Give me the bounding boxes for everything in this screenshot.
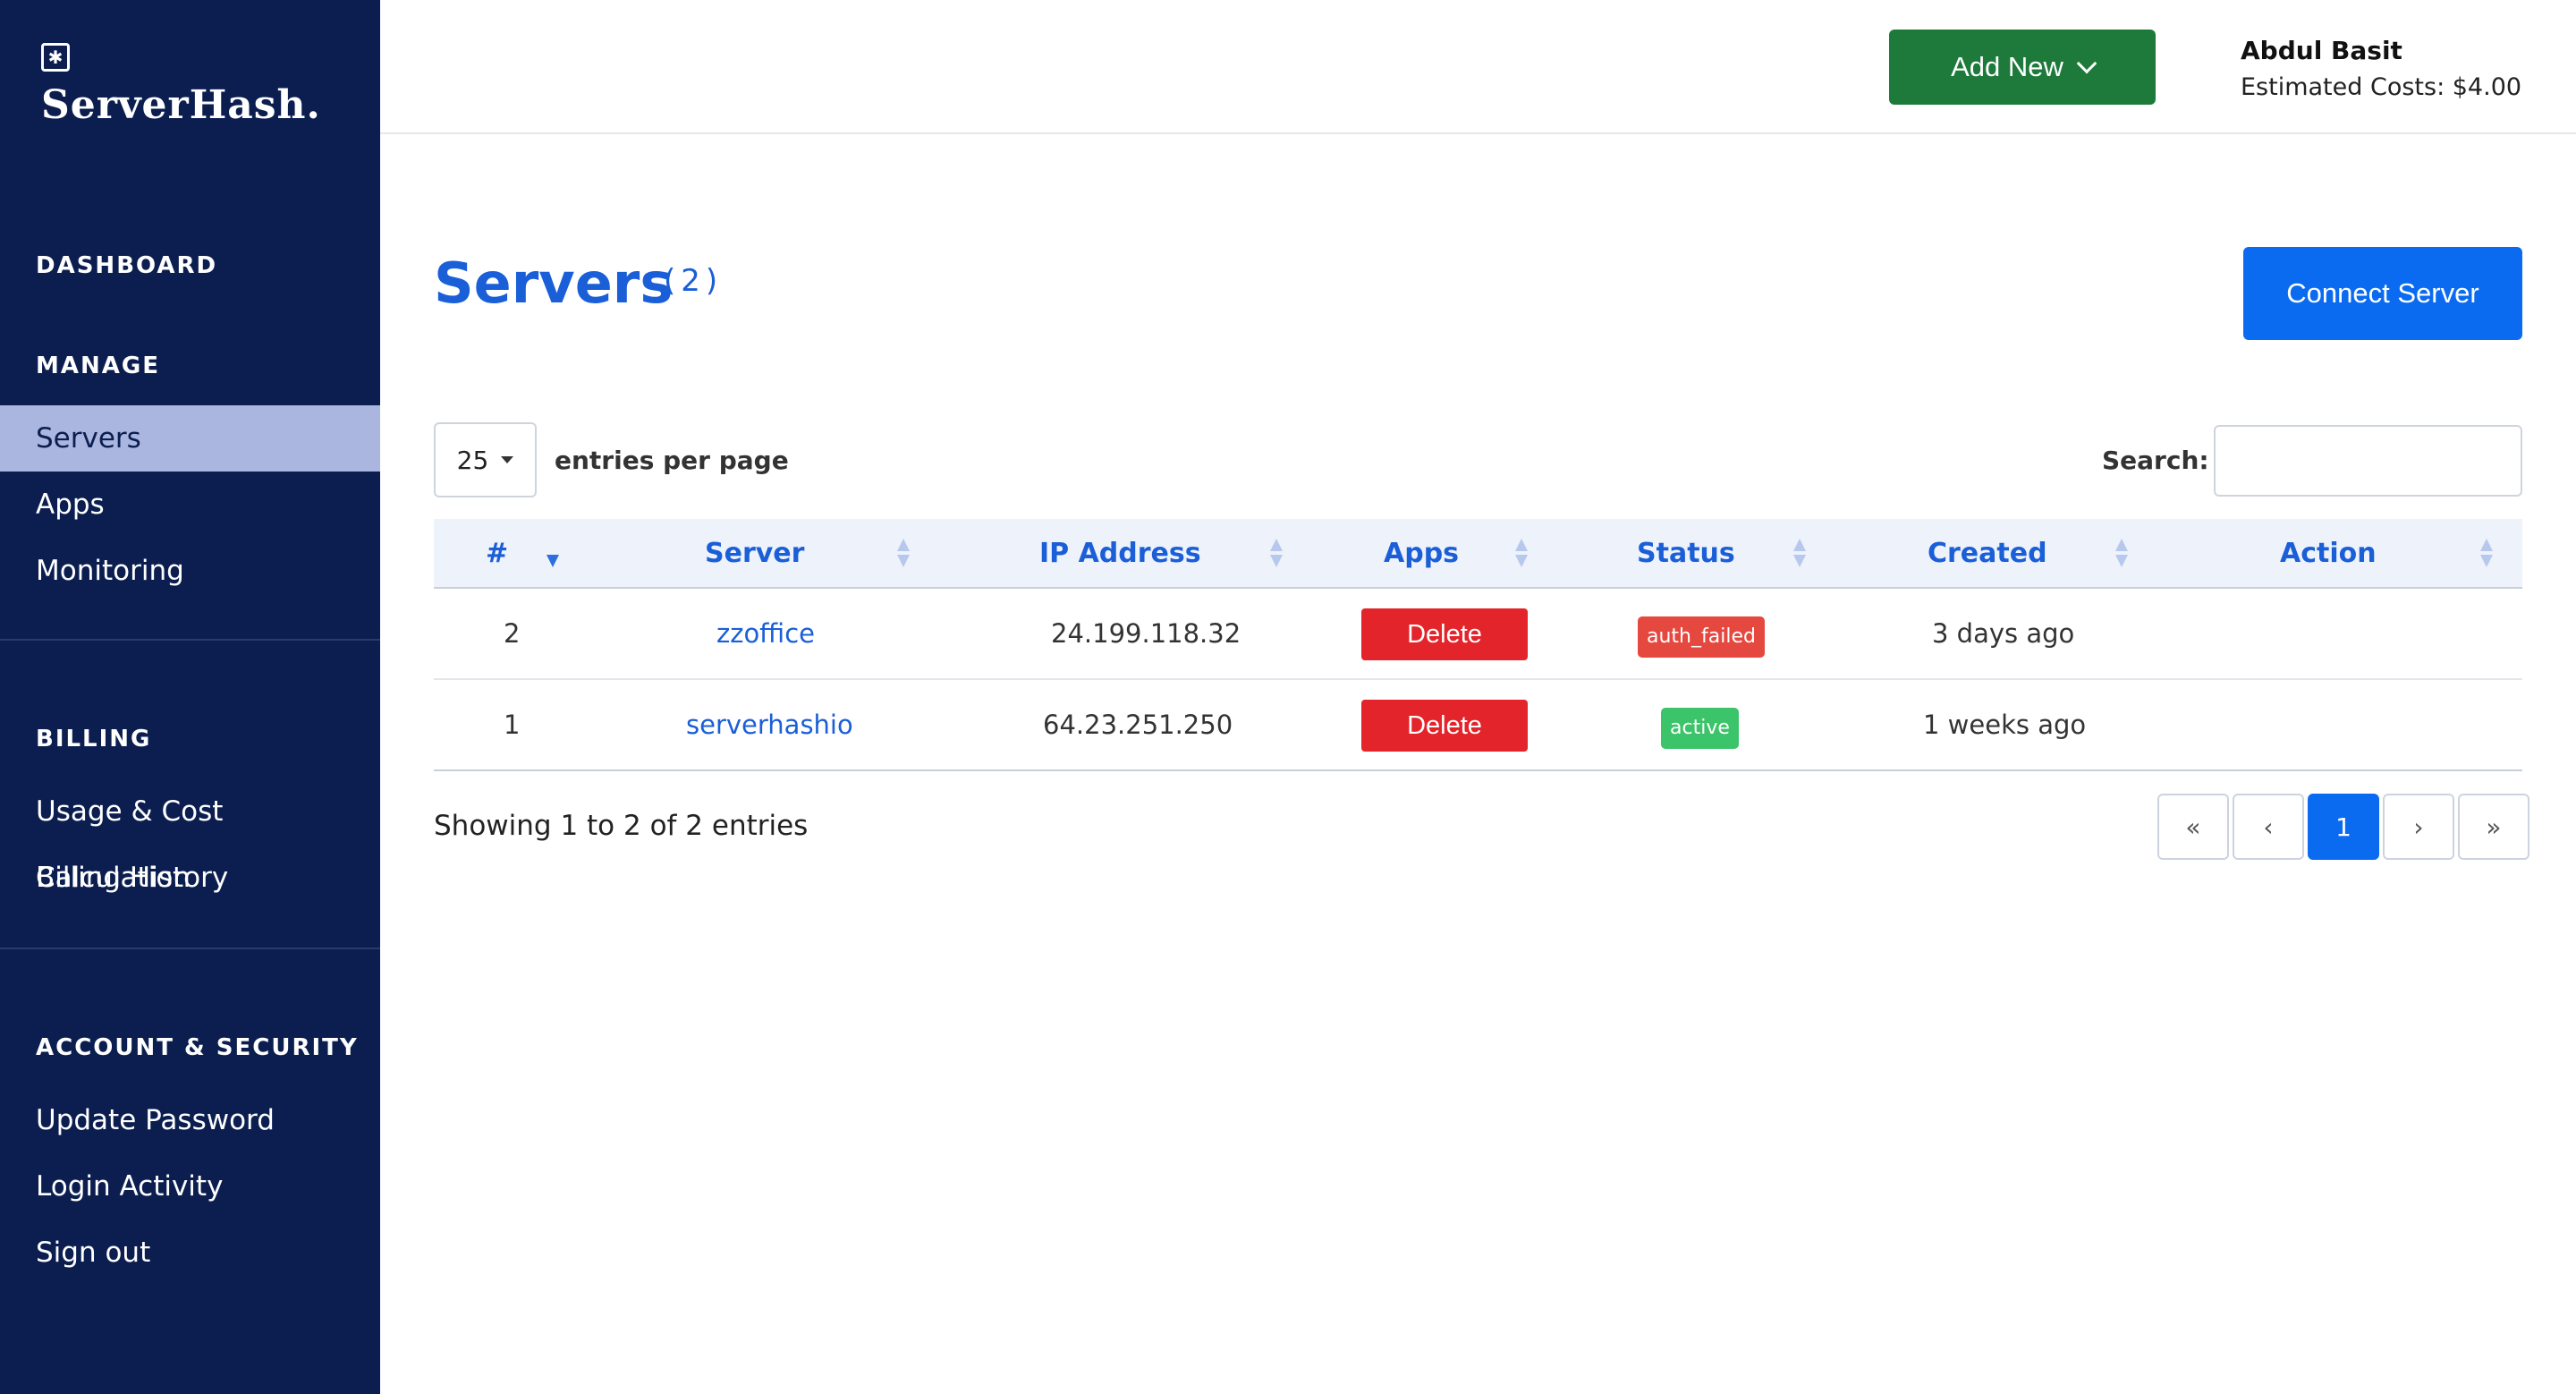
- server-link[interactable]: zzoffice: [716, 589, 815, 678]
- sidebar-heading-manage: MANAGE: [36, 353, 160, 379]
- page-title: Servers: [434, 251, 674, 316]
- sidebar-item-sign-out[interactable]: Sign out: [0, 1220, 380, 1286]
- page-current-button[interactable]: 1: [2308, 794, 2379, 860]
- sort-icon[interactable]: [1270, 539, 1283, 569]
- sidebar-item-billing-history[interactable]: Billing History: [0, 845, 380, 911]
- column-header-number[interactable]: #: [486, 519, 508, 589]
- search-label: Search:: [2102, 446, 2209, 475]
- sidebar-divider: [0, 639, 380, 641]
- entries-per-page-label: entries per page: [555, 446, 789, 475]
- add-new-button[interactable]: Add New: [1889, 30, 2156, 105]
- add-new-label: Add New: [1951, 51, 2063, 82]
- delete-button[interactable]: Delete: [1361, 700, 1528, 752]
- estimated-costs: Estimated Costs: $4.00: [2241, 73, 2522, 101]
- cell-ip-address: 24.199.118.32: [1051, 618, 1241, 649]
- brand-name: ServerHash.: [41, 82, 321, 128]
- cell-created: 1 weeks ago: [1923, 710, 2087, 740]
- gear-square-icon: ✱: [41, 43, 70, 72]
- brand-logo[interactable]: ✱ ServerHash.: [41, 43, 321, 128]
- sidebar-divider: [0, 948, 380, 949]
- app-root: ✱ ServerHash. DASHBOARD MANAGE Servers A…: [0, 0, 2576, 1394]
- connect-server-button[interactable]: Connect Server: [2243, 247, 2522, 340]
- column-header-action[interactable]: Action: [2280, 519, 2377, 589]
- topbar: Add New Abdul Basit Estimated Costs: $4.…: [380, 0, 2576, 134]
- sidebar-heading-billing: BILLING: [36, 726, 152, 752]
- cell-number: 1: [504, 710, 521, 740]
- page-prev-button[interactable]: ‹: [2233, 794, 2304, 860]
- showing-entries-text: Showing 1 to 2 of 2 entries: [434, 810, 809, 842]
- page-next-button[interactable]: ›: [2383, 794, 2454, 860]
- sort-icon[interactable]: [1515, 539, 1528, 569]
- table-header: # Server IP Address Apps Status Created …: [434, 519, 2522, 589]
- delete-button[interactable]: Delete: [1361, 608, 1528, 660]
- table-row: 2 zzoffice 24.199.118.32 1 auth_failed 3…: [434, 589, 2522, 680]
- server-count: (2): [664, 263, 724, 299]
- page-first-button[interactable]: «: [2157, 794, 2229, 860]
- sort-icon[interactable]: [2480, 539, 2493, 569]
- page-last-button[interactable]: »: [2458, 794, 2529, 860]
- sidebar-heading-account: ACCOUNT & SECURITY: [36, 1034, 359, 1061]
- user-name[interactable]: Abdul Basit: [2241, 36, 2402, 65]
- chevron-down-icon: [2076, 53, 2097, 74]
- cell-number: 2: [504, 618, 521, 649]
- column-header-ip-address[interactable]: IP Address: [1039, 519, 1201, 589]
- sidebar-item-dashboard[interactable]: DASHBOARD: [36, 252, 217, 279]
- server-link[interactable]: serverhashio: [686, 680, 853, 769]
- column-header-created[interactable]: Created: [1928, 519, 2047, 589]
- status-badge: active: [1661, 708, 1739, 749]
- servers-table: # Server IP Address Apps Status Created …: [434, 519, 2522, 771]
- pagination: « ‹ 1 › »: [2157, 794, 2529, 860]
- entries-per-page-select[interactable]: 25: [434, 422, 537, 497]
- sidebar-item-update-password[interactable]: Update Password: [0, 1087, 380, 1153]
- search-input[interactable]: [2214, 425, 2522, 497]
- status-badge: auth_failed: [1638, 616, 1765, 658]
- sidebar-item-usage-cost[interactable]: Usage & Cost Calculation: [0, 778, 380, 894]
- sort-icon[interactable]: [897, 539, 910, 569]
- cell-ip-address: 64.23.251.250: [1043, 710, 1233, 740]
- column-header-server[interactable]: Server: [705, 519, 804, 589]
- sidebar-item-apps[interactable]: Apps: [0, 472, 380, 538]
- cell-created: 3 days ago: [1932, 618, 2075, 649]
- sidebar-item-login-activity[interactable]: Login Activity: [0, 1153, 380, 1220]
- sort-icon[interactable]: [2115, 539, 2128, 569]
- sidebar-item-monitoring[interactable]: Monitoring: [0, 538, 380, 604]
- entries-value: 25: [456, 445, 489, 475]
- sort-desc-icon[interactable]: [547, 539, 559, 569]
- sidebar-item-servers[interactable]: Servers: [0, 405, 380, 472]
- column-header-apps[interactable]: Apps: [1384, 519, 1459, 589]
- column-header-status[interactable]: Status: [1637, 519, 1735, 589]
- sort-icon[interactable]: [1793, 539, 1806, 569]
- table-row: 1 serverhashio 64.23.251.250 1 active 1 …: [434, 680, 2522, 771]
- caret-down-icon: [501, 456, 514, 463]
- sidebar: ✱ ServerHash. DASHBOARD MANAGE Servers A…: [0, 0, 380, 1394]
